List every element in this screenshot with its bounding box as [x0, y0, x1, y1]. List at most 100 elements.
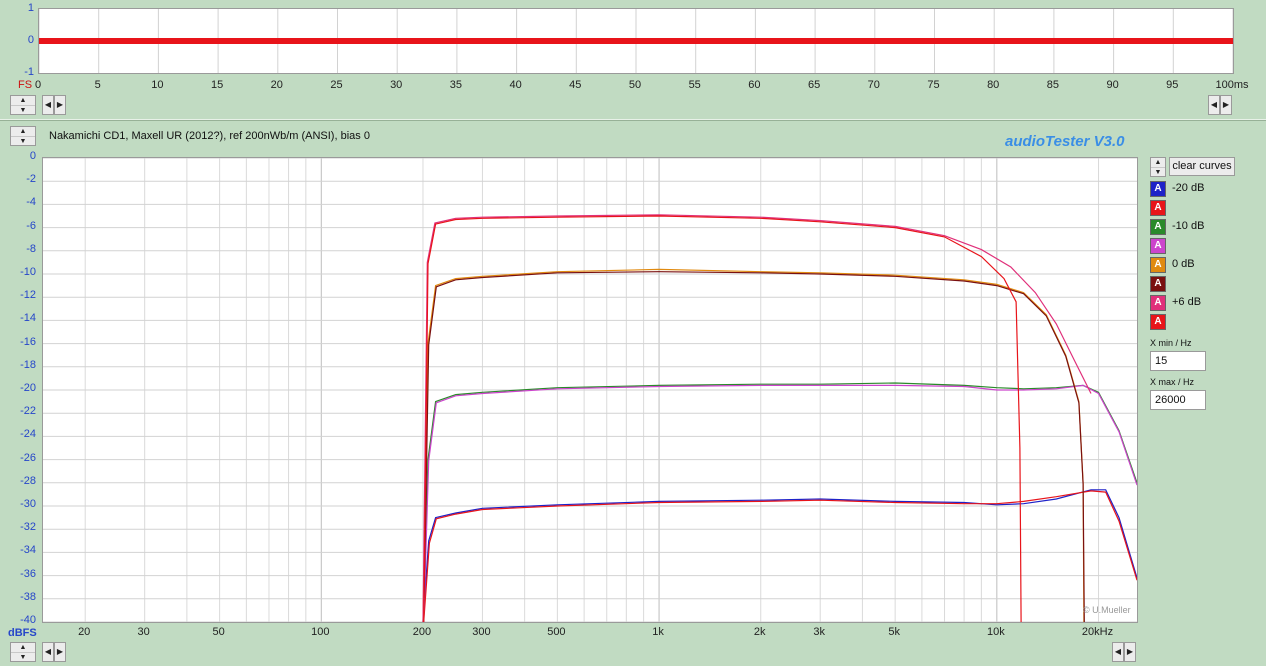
curve-label: 0 dB [1172, 258, 1195, 270]
spin-down-icon[interactable]: ▼ [1151, 168, 1165, 177]
top-y-unit: FS [18, 79, 33, 91]
clear-curves-button[interactable]: clear curves [1169, 157, 1235, 176]
top-x-tick-label: 75 [927, 79, 940, 91]
curve-toggle-icon[interactable]: A [1150, 200, 1166, 216]
x-tick-label: 20kHz [1081, 626, 1114, 638]
top-x-tick-label: 5 [94, 79, 101, 91]
y-tick-label: -4 [26, 196, 36, 209]
top-x-tick-label: 0 [34, 79, 42, 91]
series-line-3 [423, 384, 1138, 623]
top-x-tick-label: 35 [449, 79, 463, 91]
y-tick-label: -12 [20, 289, 36, 302]
curve-toggle-icon[interactable]: A [1150, 276, 1166, 292]
main-scroll-right-button[interactable]: ▶ [54, 642, 66, 662]
main-y-zoom-spinner[interactable]: ▲ ▼ [10, 642, 36, 662]
frequency-response-plot: © U.Mueller [42, 157, 1138, 623]
y-tick-label: -10 [20, 266, 36, 278]
series-line-1 [423, 490, 1138, 623]
main-scroll-left-button[interactable]: ◀ [42, 642, 54, 662]
top-ytick-neg1: -1 [24, 66, 34, 78]
x-tick-label: 500 [547, 626, 566, 638]
top-x-tick-label: 25 [330, 79, 343, 91]
y-tick-label: -24 [20, 428, 36, 441]
curve-toggle-icon[interactable]: A [1150, 219, 1166, 235]
curve-toggle-icon[interactable]: A [1150, 295, 1166, 311]
curve-toggle-icon[interactable]: A [1150, 257, 1166, 273]
y-tick-label: -2 [26, 173, 36, 186]
curve-label: +6 dB [1172, 296, 1202, 308]
series-line-7 [423, 215, 1022, 623]
pane-divider[interactable] [0, 119, 1266, 121]
top-x-tick-label: 45 [569, 79, 582, 91]
y-tick-label: -6 [26, 219, 36, 232]
top-x-scroll-left-button[interactable]: ◀ [1208, 95, 1220, 115]
y-tick-label: -30 [20, 498, 36, 510]
top-x-tick-label: 40 [509, 79, 522, 91]
spin-down-icon[interactable]: ▼ [11, 653, 35, 662]
top-x-tick-label: 80 [987, 79, 1000, 91]
top-x-tick-label: 60 [748, 79, 761, 91]
xmin-label: X min / Hz [1150, 338, 1192, 348]
y-tick-label: -16 [20, 335, 36, 348]
y-tick-label: -32 [20, 521, 36, 534]
app-brand: audioTester V3.0 [1005, 133, 1125, 150]
top-x-tick-label: 100ms [1215, 79, 1249, 91]
measurement-title: Nakamichi CD1, Maxell UR (2012?), ref 20… [49, 130, 370, 142]
y-tick-label: -22 [20, 405, 36, 418]
x-tick-label: 200 [412, 626, 432, 638]
curve-toggle-icon[interactable]: A [1150, 314, 1166, 330]
y-tick-label: -8 [26, 242, 36, 255]
y-tick-label: -36 [20, 567, 36, 580]
x-tick-label: 10k [986, 626, 1005, 638]
y-tick-label: -40 [20, 614, 36, 626]
top-x-tick-label: 70 [867, 79, 880, 91]
spin-up-icon[interactable]: ▲ [11, 127, 35, 137]
time-domain-svg [38, 9, 1234, 73]
main-y-unit: dBFS [8, 627, 37, 639]
top-x-scroll-right-button[interactable]: ▶ [1220, 95, 1232, 115]
y-tick-label: -18 [20, 358, 36, 371]
xmax-input[interactable]: 26000 [1150, 390, 1206, 410]
top-y-zoom-spinner[interactable]: ▲ ▼ [10, 95, 36, 115]
y-tick-label: 0 [29, 150, 36, 162]
watermark: © U.Mueller [1083, 605, 1131, 615]
main-x-scroll-right-button[interactable]: ▶ [1124, 642, 1136, 662]
y-tick-label: -28 [20, 474, 36, 487]
top-x-tick-label: 20 [270, 79, 283, 91]
x-tick-label: 1k [652, 626, 664, 638]
spin-up-icon[interactable]: ▲ [1151, 158, 1165, 168]
series-line-6 [422, 214, 1092, 623]
spin-up-icon[interactable]: ▲ [11, 96, 35, 106]
legend-spinner[interactable]: ▲ ▼ [1150, 157, 1166, 177]
top-x-tick-label: 10 [151, 79, 164, 91]
curve-toggle-icon[interactable]: A [1150, 181, 1166, 197]
xmax-label: X max / Hz [1150, 377, 1195, 387]
top-ytick-0: 0 [27, 34, 34, 46]
y-tick-label: -26 [20, 451, 36, 464]
curve-toggle-icon[interactable]: A [1150, 238, 1166, 254]
y-tick-label: -34 [20, 544, 36, 557]
x-tick-label: 30 [137, 626, 150, 638]
y-tick-label: -14 [20, 312, 36, 325]
curve-label: -20 dB [1172, 182, 1205, 194]
spin-down-icon[interactable]: ▼ [11, 106, 35, 115]
y-tick-label: -20 [20, 382, 36, 394]
top-scroll-left-button[interactable]: ◀ [42, 95, 54, 115]
x-tick-label: 5k [888, 626, 900, 638]
x-tick-label: 20 [78, 626, 91, 638]
x-tick-label: 300 [472, 626, 491, 638]
spin-down-icon[interactable]: ▼ [11, 137, 35, 146]
top-scroll-right-button[interactable]: ▶ [54, 95, 66, 115]
time-domain-plot [38, 8, 1234, 74]
xmin-input[interactable]: 15 [1150, 351, 1206, 371]
top-x-tick-label: 65 [807, 79, 821, 91]
curve-label: -10 dB [1172, 220, 1205, 232]
main-x-scroll-left-button[interactable]: ◀ [1112, 642, 1124, 662]
top-x-tick-label: 90 [1106, 79, 1119, 91]
spin-up-icon[interactable]: ▲ [11, 643, 35, 653]
x-tick-label: 2k [753, 626, 766, 638]
top-ytick-1: 1 [27, 2, 34, 14]
main-title-spinner[interactable]: ▲ ▼ [10, 126, 36, 146]
top-x-tick-label: 95 [1166, 79, 1179, 91]
top-x-tick-label: 30 [390, 79, 403, 91]
